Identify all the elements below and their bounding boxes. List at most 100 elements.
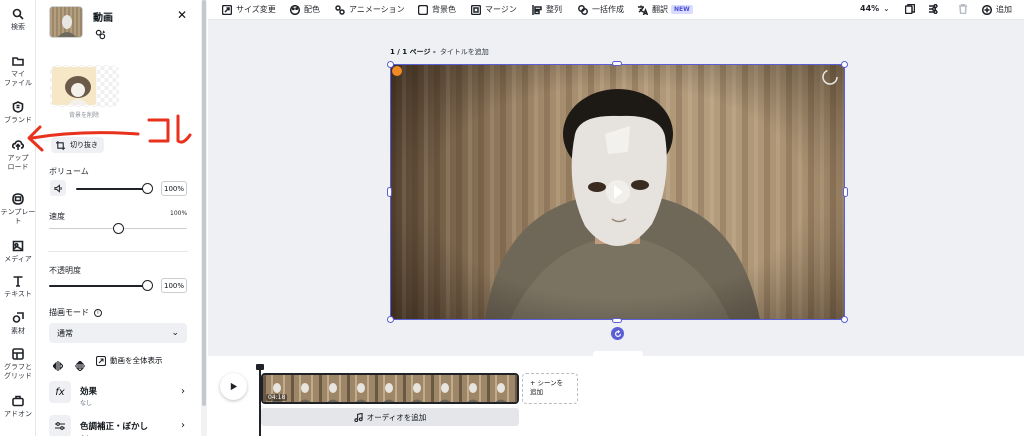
panel-scrollbar[interactable]: [201, 0, 207, 436]
page-indicator: 1 / 1 ページ -: [390, 48, 436, 56]
resize-handle[interactable]: [841, 61, 848, 68]
background-color-button[interactable]: 背景色: [418, 4, 456, 15]
effects-sub: なし: [80, 400, 93, 407]
resize-handle[interactable]: [843, 187, 848, 197]
plus-circle-icon: [982, 4, 992, 15]
animation-button[interactable]: アニメーション: [335, 4, 405, 15]
rail-item-template[interactable]: テンプレー ト: [0, 193, 36, 226]
add-scene-button[interactable]: + シーンを 追加: [522, 373, 578, 404]
background-color-label: 背景色: [432, 5, 456, 14]
rail-item-graph-grid[interactable]: グラフと グリッド: [0, 348, 36, 381]
add-audio-label: オーディオを追加: [366, 412, 427, 422]
trash-icon[interactable]: [958, 4, 972, 14]
opacity-slider-track[interactable]: [49, 285, 147, 287]
expand-icon: [96, 355, 106, 366]
rail-label: アドオン: [4, 410, 32, 418]
rail-item-search[interactable]: 検索: [0, 8, 36, 32]
flip-vertical-icon[interactable]: [75, 356, 85, 375]
translate-label: 翻訳: [652, 5, 668, 14]
rail-item-my-files[interactable]: マイ ファイル: [0, 55, 36, 88]
playhead-handle[interactable]: [256, 364, 264, 370]
volume-value[interactable]: 100%: [161, 181, 187, 196]
top-toolbar: サイズ変更 配色 アニメーション 背景色 マージン 整列 一括作成 翻訳 NEW…: [208, 0, 1024, 20]
clip-duration: 04:18: [266, 394, 288, 401]
zoom-level[interactable]: 44%: [860, 4, 879, 13]
add-button[interactable]: 追加: [982, 4, 1012, 15]
speed-slider-knob[interactable]: [112, 223, 124, 234]
opacity-slider-knob[interactable]: [141, 280, 153, 291]
margin-button[interactable]: マージン: [471, 4, 517, 15]
color-adjust-label: 色調補正・ぼかし: [80, 422, 149, 432]
opacity-value[interactable]: 100%: [161, 278, 187, 293]
search-icon: [12, 8, 24, 20]
rail-label: 素材: [11, 327, 25, 335]
color-scheme-label: 配色: [304, 5, 320, 14]
speed-value: 100%: [170, 210, 188, 217]
align-icon: [532, 4, 542, 15]
blend-mode-label-row: 描画モード i: [49, 307, 102, 318]
palette-icon: [290, 4, 300, 15]
resize-handle[interactable]: [841, 316, 848, 323]
resize-handle[interactable]: [387, 187, 392, 197]
info-icon[interactable]: i: [94, 308, 102, 317]
batch-create-icon: [578, 4, 588, 15]
page-title-input[interactable]: タイトルを追加: [440, 47, 489, 57]
rotate-icon[interactable]: [611, 327, 624, 340]
volume-slider-track[interactable]: [76, 188, 147, 190]
video-thumbnail: [49, 6, 83, 38]
settings-toggle-icon[interactable]: [928, 4, 942, 14]
add-audio-button[interactable]: オーディオを追加: [261, 408, 519, 426]
page-indicator-row: 1 / 1 ページ - タイトルを追加: [390, 47, 489, 57]
opacity-label: 不透明度: [49, 266, 81, 275]
new-badge: NEW: [671, 5, 693, 14]
resize-handle[interactable]: [612, 61, 622, 66]
rail-label: マイ ファイル: [4, 70, 32, 87]
resize-button[interactable]: サイズ変更: [222, 4, 276, 15]
folder-icon: [12, 57, 24, 66]
close-icon[interactable]: ✕: [177, 8, 187, 22]
effects-label: 効果: [80, 387, 98, 397]
play-button[interactable]: [220, 373, 247, 400]
scrollbar-thumb[interactable]: [202, 0, 206, 406]
rail-item-addon[interactable]: アドオン: [0, 395, 36, 419]
flip-horizontal-icon[interactable]: [52, 356, 64, 375]
sliders-icon: [49, 415, 71, 436]
rail-item-media[interactable]: メディア: [0, 240, 36, 264]
shapes-icon: [12, 312, 24, 323]
resize-handle[interactable]: [387, 316, 394, 323]
rail-item-elements[interactable]: 素材: [0, 312, 36, 336]
swap-media-icon[interactable]: [95, 25, 106, 44]
fit-video-label: 動画を全体表示: [110, 356, 163, 365]
panel-title: 動画: [93, 13, 113, 24]
fx-icon: fx: [49, 381, 71, 403]
batch-create-button[interactable]: 一括作成: [578, 4, 624, 15]
chevron-right-icon: ›: [181, 386, 185, 397]
fit-video-button[interactable]: 動画を全体表示: [96, 355, 163, 366]
zoom-dropdown-icon[interactable]: ⌄: [883, 4, 890, 13]
pages-icon[interactable]: [905, 4, 919, 14]
template-icon: [12, 193, 24, 205]
resize-handle[interactable]: [387, 61, 394, 68]
video-clip[interactable]: 04:18: [261, 373, 519, 404]
rail-label: テンプレー ト: [0, 208, 36, 225]
speed-label: 速度: [49, 212, 65, 221]
volume-icon[interactable]: [50, 180, 66, 196]
rail-item-text[interactable]: テキスト: [0, 275, 36, 299]
grid-icon: [12, 348, 24, 360]
effects-row[interactable]: fx 効果 なし ›: [49, 381, 189, 407]
align-button[interactable]: 整列: [532, 4, 562, 15]
briefcase-icon: [12, 395, 24, 407]
rail-label: テキスト: [4, 290, 32, 298]
translate-button[interactable]: 翻訳 NEW: [638, 4, 693, 15]
resize-handle[interactable]: [612, 318, 622, 323]
remove-background-button[interactable]: [50, 65, 119, 107]
volume-slider-knob[interactable]: [141, 183, 153, 194]
align-label: 整列: [546, 5, 562, 14]
margin-icon: [471, 4, 481, 15]
color-adjust-row[interactable]: 色調補正・ぼかし なし ›: [49, 415, 189, 436]
add-label: 追加: [996, 5, 1012, 14]
animation-label: アニメーション: [349, 5, 405, 14]
color-scheme-button[interactable]: 配色: [290, 4, 320, 15]
left-rail: 検索 マイ ファイル ブランド アップ ロード テンプレー トメディア テキスト 素材 グラフ…: [0, 0, 36, 436]
blend-mode-select[interactable]: 通常 ⌄: [49, 323, 187, 343]
